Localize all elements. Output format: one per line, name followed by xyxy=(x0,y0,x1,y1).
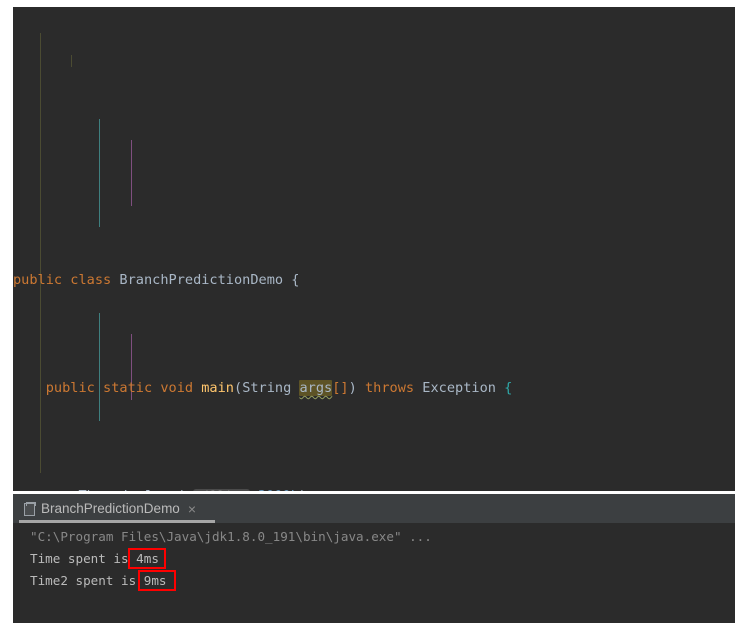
console-time2-label: Time2 spent is xyxy=(30,573,144,588)
close-icon[interactable]: × xyxy=(188,502,196,516)
indent-guide-level1 xyxy=(40,33,41,473)
console-time-label: Time spent is xyxy=(30,551,137,566)
indent-guide-level2-a xyxy=(99,119,100,227)
console-line-time2: Time2 spent is 9ms xyxy=(13,570,735,592)
code-content[interactable]: public class BranchPredictionDemo { publ… xyxy=(13,7,735,491)
code-editor[interactable]: public class BranchPredictionDemo { publ… xyxy=(13,7,735,491)
ide-window: public class BranchPredictionDemo { publ… xyxy=(0,0,749,638)
console-output[interactable]: "C:\Program Files\Java\jdk1.8.0_191\bin\… xyxy=(13,523,735,623)
tab-branch-prediction-demo[interactable]: BranchPredictionDemo × xyxy=(17,494,204,523)
code-line: public static void main(String args[]) t… xyxy=(45,380,513,397)
console-line-time: Time spent is 4ms xyxy=(13,548,735,570)
indent-guide-level1b xyxy=(71,55,72,67)
code-line: public class BranchPredictionDemo { xyxy=(13,272,300,289)
console-time-value: 4ms xyxy=(136,551,159,566)
indent-guide-level3-a xyxy=(131,140,132,206)
run-configuration-icon xyxy=(23,502,36,516)
run-tool-window: BranchPredictionDemo × "C:\Program Files… xyxy=(13,494,735,623)
console-time2-value: 9ms xyxy=(143,573,167,588)
console-tab-bar: BranchPredictionDemo × xyxy=(13,494,735,523)
code-line: Thread.sleep( millis: 3000L); xyxy=(13,486,735,491)
console-command-line: "C:\Program Files\Java\jdk1.8.0_191\bin\… xyxy=(30,529,432,544)
indent-guide-level2-b xyxy=(99,313,100,421)
tab-label: BranchPredictionDemo xyxy=(41,501,180,516)
